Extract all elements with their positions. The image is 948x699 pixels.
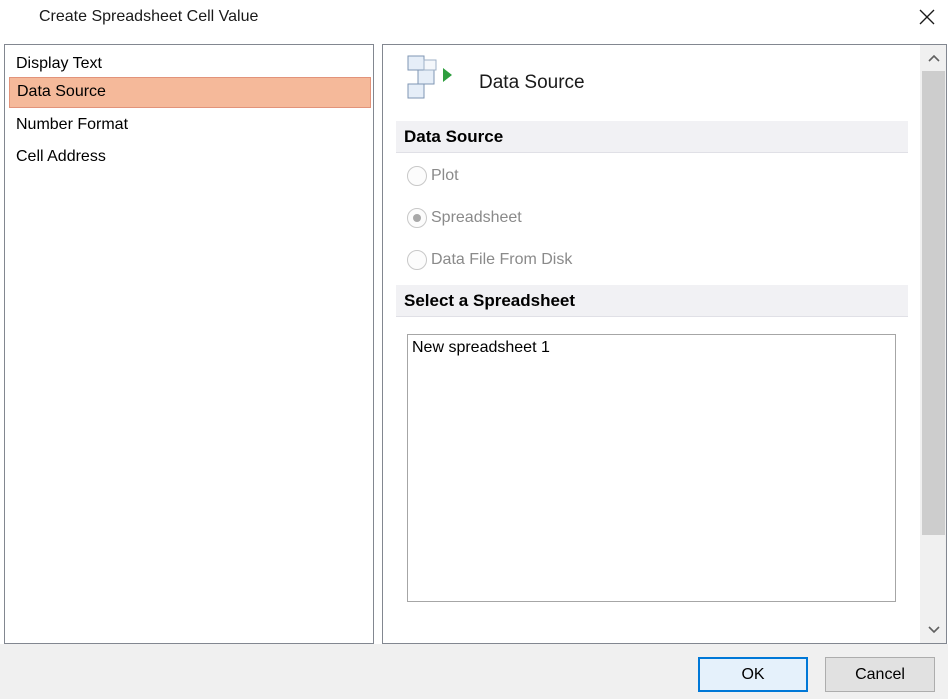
page-heading: Data Source [479,72,585,93]
sidebar-item-number-format[interactable]: Number Format [9,110,371,141]
chevron-down-icon [927,626,940,634]
sidebar: Display Text Data Source Number Format C… [4,44,374,644]
scroll-thumb[interactable] [922,71,945,535]
radio-plot[interactable]: Plot [407,164,459,188]
sidebar-item-data-source[interactable]: Data Source [9,77,371,108]
sidebar-item-cell-address[interactable]: Cell Address [9,142,371,173]
radio-button[interactable] [407,166,427,186]
window-title: Create Spreadsheet Cell Value [39,8,259,25]
close-button[interactable] [909,0,945,34]
section-header-select-spreadsheet: Select a Spreadsheet [396,285,908,317]
chevron-up-icon [927,54,940,62]
content-panel: Data Source Data Source Plot Spreadsheet… [382,44,947,644]
close-icon [919,9,935,25]
sidebar-item-label: Display Text [16,55,102,72]
sidebar-item-label: Cell Address [16,148,106,165]
list-item[interactable]: New spreadsheet 1 [408,335,895,357]
radio-button[interactable] [407,208,427,228]
radio-spreadsheet[interactable]: Spreadsheet [407,206,522,230]
vertical-scrollbar[interactable] [920,45,946,643]
sidebar-item-label: Number Format [16,116,129,133]
radio-button[interactable] [407,250,427,270]
sidebar-item-label: Data Source [17,83,106,100]
spreadsheet-list[interactable]: New spreadsheet 1 [407,334,896,602]
radio-data-file-from-disk[interactable]: Data File From Disk [407,248,572,272]
scroll-up-button[interactable] [920,45,946,71]
section-header-data-source: Data Source [396,121,908,153]
ok-button[interactable]: OK [698,657,808,692]
scroll-down-button[interactable] [920,617,946,643]
cancel-button[interactable]: Cancel [825,657,935,692]
title-bar: Create Spreadsheet Cell Value [0,0,948,40]
radio-label: Plot [431,167,459,184]
sidebar-item-display-text[interactable]: Display Text [9,49,371,80]
radio-label: Data File From Disk [431,251,573,268]
radio-label: Spreadsheet [431,209,522,226]
data-source-icon [407,55,452,99]
